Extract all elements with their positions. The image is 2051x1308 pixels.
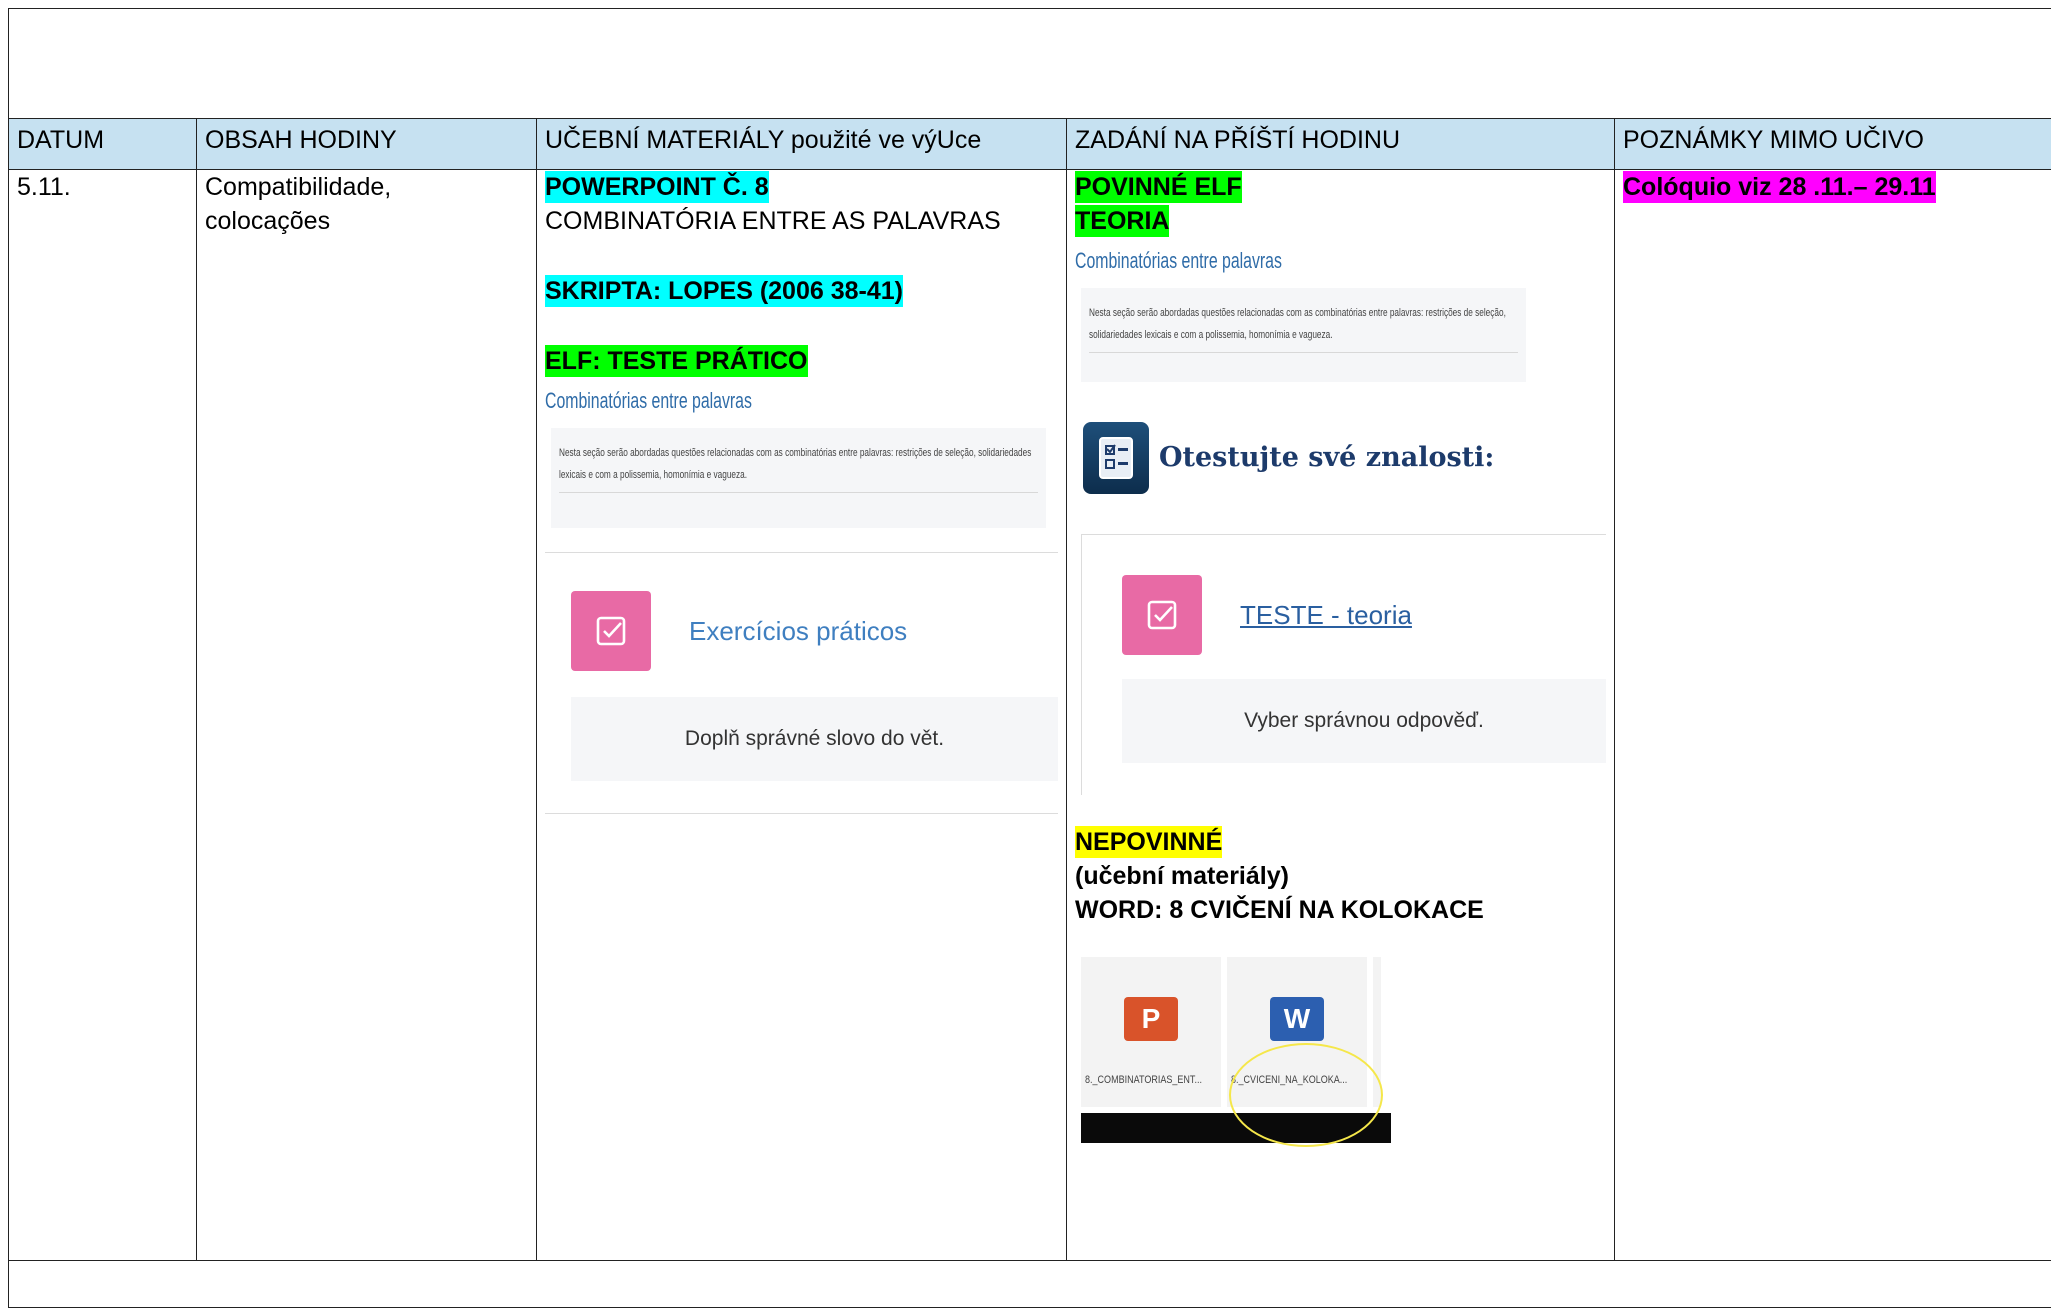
topic-line-1: Compatibilidade,: [205, 170, 528, 204]
quiz-icon: [1083, 422, 1149, 494]
coloquio-note: Colóquio viz 28 .11.– 29.11: [1623, 171, 1936, 203]
combinatorias-link-2[interactable]: Combinatórias entre palavras: [1075, 244, 1457, 278]
word-exercise-text: WORD: 8 CVIČENÍ NA KOLOKACE: [1075, 893, 1606, 927]
activity-card-2: TESTE - teoria Vyber správnou odpověď.: [1081, 534, 1606, 795]
cell-poznamky: Colóquio viz 28 .11.– 29.11: [1615, 170, 2051, 1261]
highlight-circle: [1229, 1043, 1383, 1147]
elf-label: ELF: TESTE PRÁTICO: [545, 345, 808, 377]
header-datum: DATUM: [9, 119, 197, 170]
header-obsah: OBSAH HODINY: [197, 119, 537, 170]
preview-text-2: Nesta seção serão abordadas questões rel…: [1089, 302, 1517, 346]
section-preview: Nesta seção serão abordadas questões rel…: [551, 428, 1046, 528]
cell-datum: 5.11.: [9, 170, 197, 1261]
cell-zadani: POVINNÉ ELF TEORIA Combinatórias entre p…: [1067, 170, 1615, 1261]
cell-materialy: POWERPOINT Č. 8 COMBINATÓRIA ENTRE AS PA…: [537, 170, 1067, 1261]
powerpoint-subtitle: COMBINATÓRIA ENTRE AS PALAVRAS: [545, 204, 1058, 238]
cell-obsah: Compatibilidade, colocações: [197, 170, 537, 1261]
exercicios-praticos-link[interactable]: Exercícios práticos: [689, 614, 907, 648]
file-name-1: 8._COMBINATORIAS_ENT...: [1085, 1063, 1202, 1097]
skripta-label: SKRIPTA: LOPES (2006 38-41): [545, 275, 903, 307]
powerpoint-label: POWERPOINT Č. 8: [545, 171, 769, 203]
powerpoint-icon: P: [1124, 997, 1178, 1041]
teoria-label: TEORIA: [1075, 205, 1169, 237]
preview-text: Nesta seção serão abordadas questões rel…: [559, 442, 1037, 486]
schedule-table: DATUM OBSAH HODINY UČEBNÍ MATERIÁLY použ…: [8, 118, 2051, 1261]
file-powerpoint[interactable]: P 8._COMBINATORIAS_ENT...: [1081, 957, 1221, 1107]
table-row: 5.11. Compatibilidade, colocações POWERP…: [9, 170, 2051, 1261]
activity-card: Exercícios práticos Doplň správné slovo …: [545, 552, 1058, 814]
teste-teoria-link[interactable]: TESTE - teoria: [1240, 598, 1412, 632]
combinatorias-link[interactable]: Combinatórias entre palavras: [545, 384, 914, 418]
activity-description-2: Vyber správnou odpověď.: [1122, 679, 1606, 763]
header-zadani: ZADÁNÍ NA PŘÍŠTÍ HODINU: [1067, 119, 1615, 170]
ucebni-materialy-text: (učební materiály): [1075, 859, 1606, 893]
file-list: P 8._COMBINATORIAS_ENT... W 8._CVICENI_N…: [1081, 957, 1606, 1107]
section-preview-2: Nesta seção serão abordadas questões rel…: [1081, 288, 1526, 382]
topic-line-2: colocações: [205, 204, 528, 238]
header-poznamky: POZNÁMKY MIMO UČIVO: [1615, 119, 2051, 170]
checkbox-icon-2: [1122, 575, 1202, 655]
test-badge: Otestujte své znalosti:: [1083, 422, 1606, 494]
checkbox-icon: [571, 591, 651, 671]
word-icon: W: [1270, 997, 1324, 1041]
nepovinne-label: NEPOVINNÉ: [1075, 826, 1222, 858]
activity-description: Doplň správné slovo do vět.: [571, 697, 1058, 781]
povinne-label: POVINNÉ ELF: [1075, 171, 1242, 203]
header-row: DATUM OBSAH HODINY UČEBNÍ MATERIÁLY použ…: [9, 119, 2051, 170]
header-materialy: UČEBNÍ MATERIÁLY použité ve výUce: [537, 119, 1067, 170]
date-text: 5.11.: [17, 170, 188, 204]
badge-text: Otestujte své znalosti:: [1159, 441, 1494, 475]
